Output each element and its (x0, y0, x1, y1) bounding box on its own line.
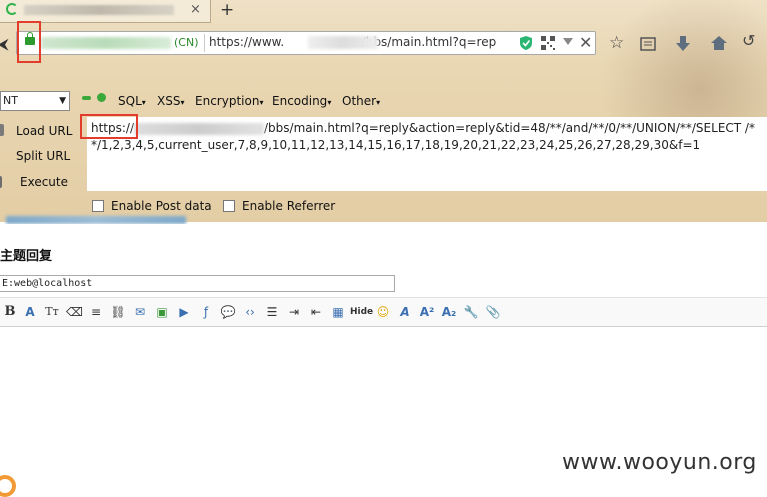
subject-input[interactable]: E:web@localhost (0, 275, 395, 292)
menu-xss[interactable]: XSS▾ (157, 94, 184, 108)
highlight-box-https (80, 114, 138, 139)
table-icon[interactable]: ▦ (330, 304, 346, 320)
eraser-icon[interactable]: ⌫ (66, 304, 83, 320)
page-title: 主题回复 (0, 249, 53, 264)
dropdown-arrow-icon[interactable] (563, 38, 573, 46)
quote-icon[interactable]: 💬 (220, 304, 236, 320)
menu-encryption[interactable]: Encryption▾ (195, 94, 263, 108)
load-url-icon (0, 124, 4, 136)
font-color-icon[interactable]: A (22, 304, 38, 320)
highlight-box-lock (17, 21, 41, 63)
subscript-icon[interactable]: A₂ (441, 304, 457, 320)
breadcrumb (0, 210, 300, 224)
decrease-icon[interactable] (82, 96, 91, 100)
menu-encoding[interactable]: Encoding▾ (272, 94, 331, 108)
url-bar[interactable]: (CN) https://www. n/bbs/main.html?q=rep ✕ (16, 31, 596, 55)
ordered-list-icon[interactable]: ☰ (264, 304, 280, 320)
tab-title-redacted (24, 5, 174, 15)
italic-a-icon[interactable]: A (397, 304, 413, 320)
align-icon[interactable]: ≡ (88, 304, 104, 320)
attachment-icon[interactable]: 📎 (485, 304, 501, 320)
bookmark-star-icon[interactable]: ☆ (609, 33, 624, 53)
breadcrumb-redacted (6, 216, 186, 224)
link-icon[interactable]: ⛓ (110, 304, 126, 320)
hackbar-toolbar: NT ▼ SQL▾ XSS▾ Encryption▾ Encoding▾ Othe… (0, 88, 767, 114)
tools-icon[interactable]: 🔧 (463, 304, 479, 320)
superscript-icon[interactable]: A² (419, 304, 435, 320)
browser-tab[interactable]: × (0, 0, 211, 23)
watermark: www.wooyun.org (562, 450, 757, 475)
qr-code-icon[interactable] (541, 36, 555, 50)
clear-icon[interactable]: ✕ (579, 33, 592, 52)
url-domain-redacted (308, 36, 378, 49)
font-size-icon[interactable]: Tт (44, 304, 60, 320)
flash-icon[interactable]: ƒ (198, 304, 214, 320)
reading-list-icon[interactable] (640, 36, 656, 52)
download-icon[interactable] (675, 35, 691, 53)
reload-icon[interactable]: ↺ (742, 31, 755, 50)
bold-icon[interactable]: B (2, 304, 18, 320)
navigation-bar: ⮜ (CN) https://www. n/bbs/main.html?q=rep… (0, 30, 767, 58)
image-icon[interactable]: ▣ (154, 304, 170, 320)
shield-icon[interactable] (519, 35, 533, 51)
menu-sql[interactable]: SQL▾ (118, 94, 146, 108)
increase-icon[interactable] (97, 93, 106, 102)
organization-redacted (41, 37, 171, 49)
new-tab-button[interactable]: + (220, 0, 234, 20)
hide-icon[interactable]: Hide (350, 304, 373, 320)
outdent-icon[interactable]: ⇤ (308, 304, 324, 320)
loading-indicator-icon (0, 475, 16, 497)
indent-icon[interactable]: ⇥ (286, 304, 302, 320)
home-icon[interactable] (710, 35, 728, 51)
menu-other[interactable]: Other▾ (342, 94, 380, 108)
loading-icon (6, 3, 18, 15)
organization-country: (CN) (174, 36, 199, 49)
url-host-redacted (134, 122, 265, 135)
editor-toolbar: B A Tт ⌫ ≡ ⛓ ✉ ▣ ▶ ƒ 💬 ‹› ☰ ⇥ ⇤ ▦ Hide ☺… (0, 297, 767, 327)
tab-close-button[interactable]: × (190, 2, 201, 17)
execute-icon (0, 176, 2, 188)
back-button[interactable]: ⮜ (0, 35, 9, 53)
url-divider (204, 34, 205, 52)
hackbar-select[interactable]: NT ▼ (0, 91, 70, 111)
smiley-icon[interactable]: ☺ (375, 304, 391, 320)
hackbar-url-textarea[interactable]: https:///bbs/main.html?q=reply&action=re… (87, 117, 767, 191)
code-icon[interactable]: ‹› (242, 304, 258, 320)
media-icon[interactable]: ▶ (176, 304, 192, 320)
email-icon[interactable]: ✉ (132, 304, 148, 320)
